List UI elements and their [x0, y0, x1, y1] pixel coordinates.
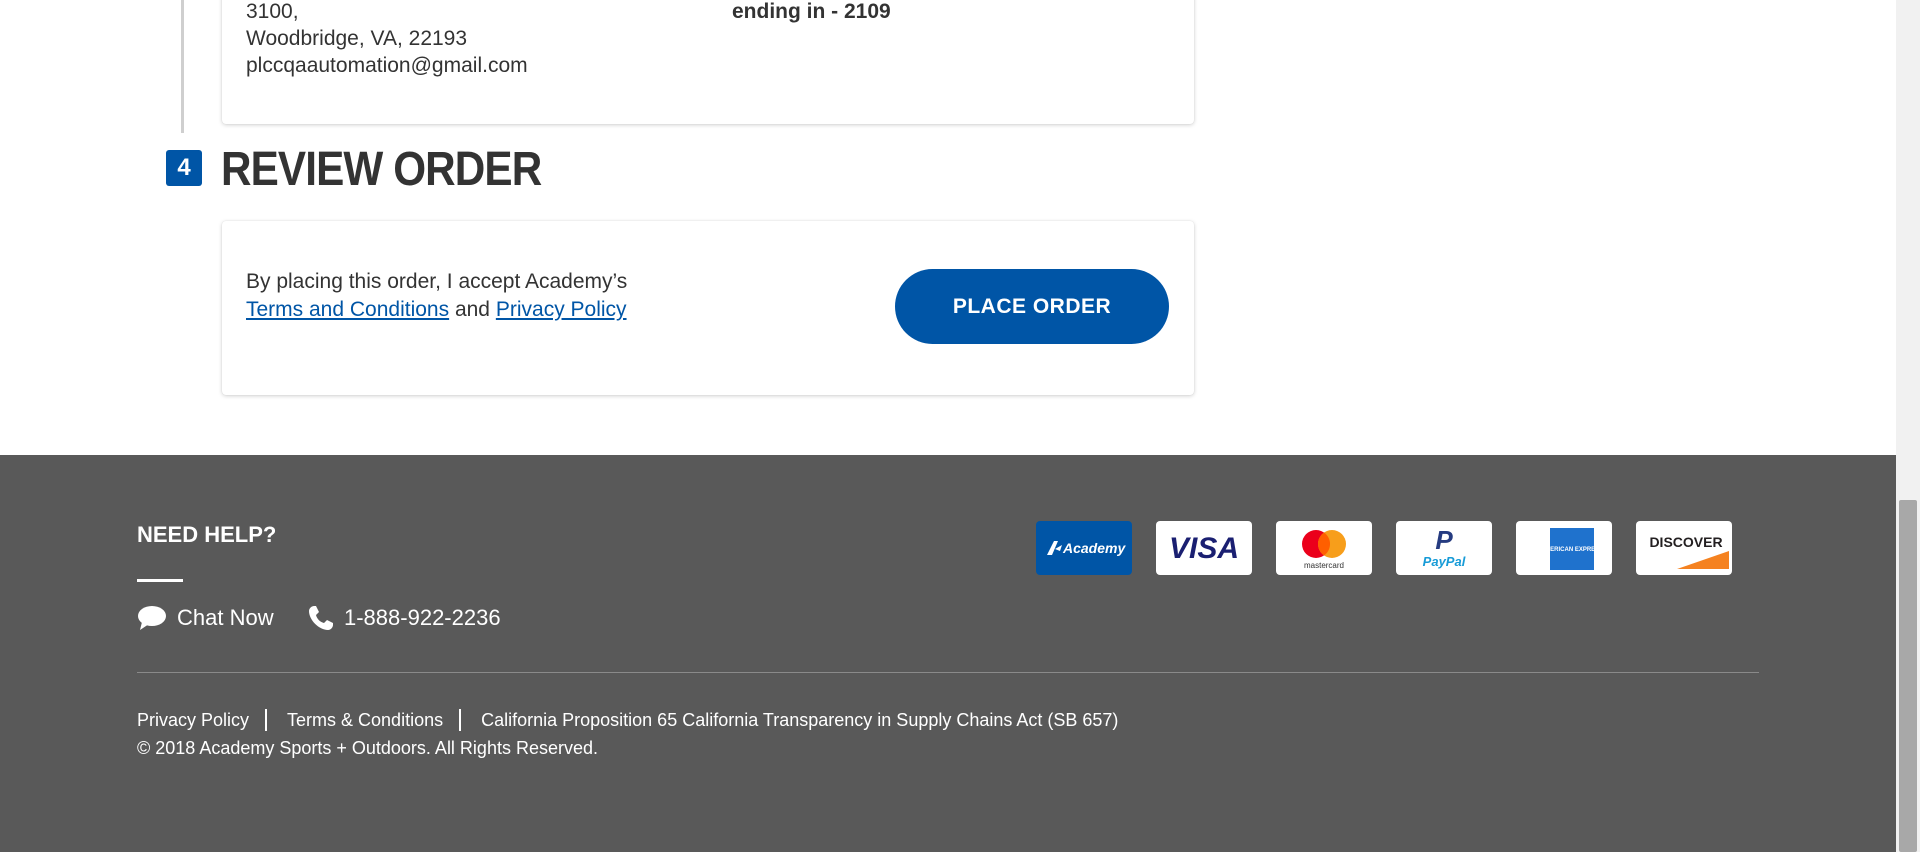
- visa-card-label: VISA: [1169, 532, 1239, 565]
- footer-privacy-policy-link[interactable]: Privacy Policy: [137, 710, 249, 731]
- address-city-state-zip: Woodbridge, VA, 22193: [246, 27, 468, 50]
- place-order-button[interactable]: PLACE ORDER: [895, 269, 1169, 344]
- step-number-badge: 4: [166, 150, 202, 186]
- amex-icon: AMERICAN EXPRESS: [1516, 521, 1612, 575]
- discover-icon: DISCOVER: [1636, 521, 1732, 575]
- paypal-label: PayPal: [1423, 554, 1466, 569]
- footer-divider: [137, 672, 1759, 673]
- address-email: plccqaautomation@gmail.com: [246, 54, 528, 77]
- phone-number: 1-888-922-2236: [344, 605, 501, 630]
- scrollbar-thumb[interactable]: [1899, 500, 1917, 852]
- footer-legal-links: Privacy Policy Terms & Conditions Califo…: [137, 709, 1118, 731]
- visa-icon: VISA: [1156, 521, 1252, 575]
- chat-now-link[interactable]: Chat Now: [137, 603, 274, 633]
- amex-label: AMERICAN EXPRESS: [1541, 547, 1603, 553]
- vertical-scrollbar[interactable]: [1896, 0, 1920, 852]
- footer-terms-link[interactable]: Terms & Conditions: [287, 710, 443, 731]
- review-order-heading: REVIEW ORDER: [221, 143, 542, 196]
- svg-text:P: P: [1435, 525, 1453, 555]
- acceptance-statement: By placing this order, I accept Academy’…: [246, 270, 628, 293]
- review-order-card: By placing this order, I accept Academy’…: [222, 221, 1194, 395]
- privacy-policy-link[interactable]: Privacy Policy: [496, 298, 627, 321]
- chat-bubble-icon: [137, 605, 167, 631]
- phone-link[interactable]: 1-888-922-2236: [308, 603, 501, 633]
- need-help-heading: NEED HELP?: [137, 522, 277, 547]
- order-acceptance-text: By placing this order, I accept Academy’…: [246, 268, 627, 324]
- and-text: and: [454, 298, 490, 321]
- address-line: 3100,: [246, 0, 299, 23]
- discover-label: DISCOVER: [1649, 534, 1722, 550]
- link-separator: [459, 709, 462, 731]
- chat-now-label: Chat Now: [177, 605, 274, 630]
- payment-card-ending: ending in - 2109: [732, 0, 891, 23]
- mastercard-label: mastercard: [1304, 561, 1344, 570]
- site-footer: NEED HELP? Chat Now 1-888-922-2236 Acade…: [0, 455, 1896, 852]
- terms-and-conditions-link[interactable]: Terms and Conditions: [246, 298, 449, 321]
- copyright-text: © 2018 Academy Sports + Outdoors. All Ri…: [137, 738, 598, 758]
- california-prop65-link[interactable]: California Proposition 65 California Tra…: [481, 710, 1118, 731]
- shipping-payment-summary-card: 3100, Woodbridge, VA, 22193 plccqaautoma…: [222, 0, 1194, 124]
- need-help-underline: [137, 579, 183, 582]
- link-separator: [265, 709, 268, 731]
- mastercard-icon: mastercard: [1276, 521, 1372, 575]
- phone-icon: [308, 605, 334, 631]
- checkout-main: 3100, Woodbridge, VA, 22193 plccqaautoma…: [0, 0, 1896, 455]
- paypal-icon: P PayPal: [1396, 521, 1492, 575]
- accepted-payment-cards: Academy VISA mastercard P PayPal AMERICA…: [1036, 521, 1732, 575]
- shipping-address: 3100, Woodbridge, VA, 22193 plccqaautoma…: [246, 0, 528, 79]
- step-connector-line: [181, 0, 184, 133]
- academy-card-label: Academy: [1062, 540, 1126, 556]
- academy-card-icon: Academy: [1036, 521, 1132, 575]
